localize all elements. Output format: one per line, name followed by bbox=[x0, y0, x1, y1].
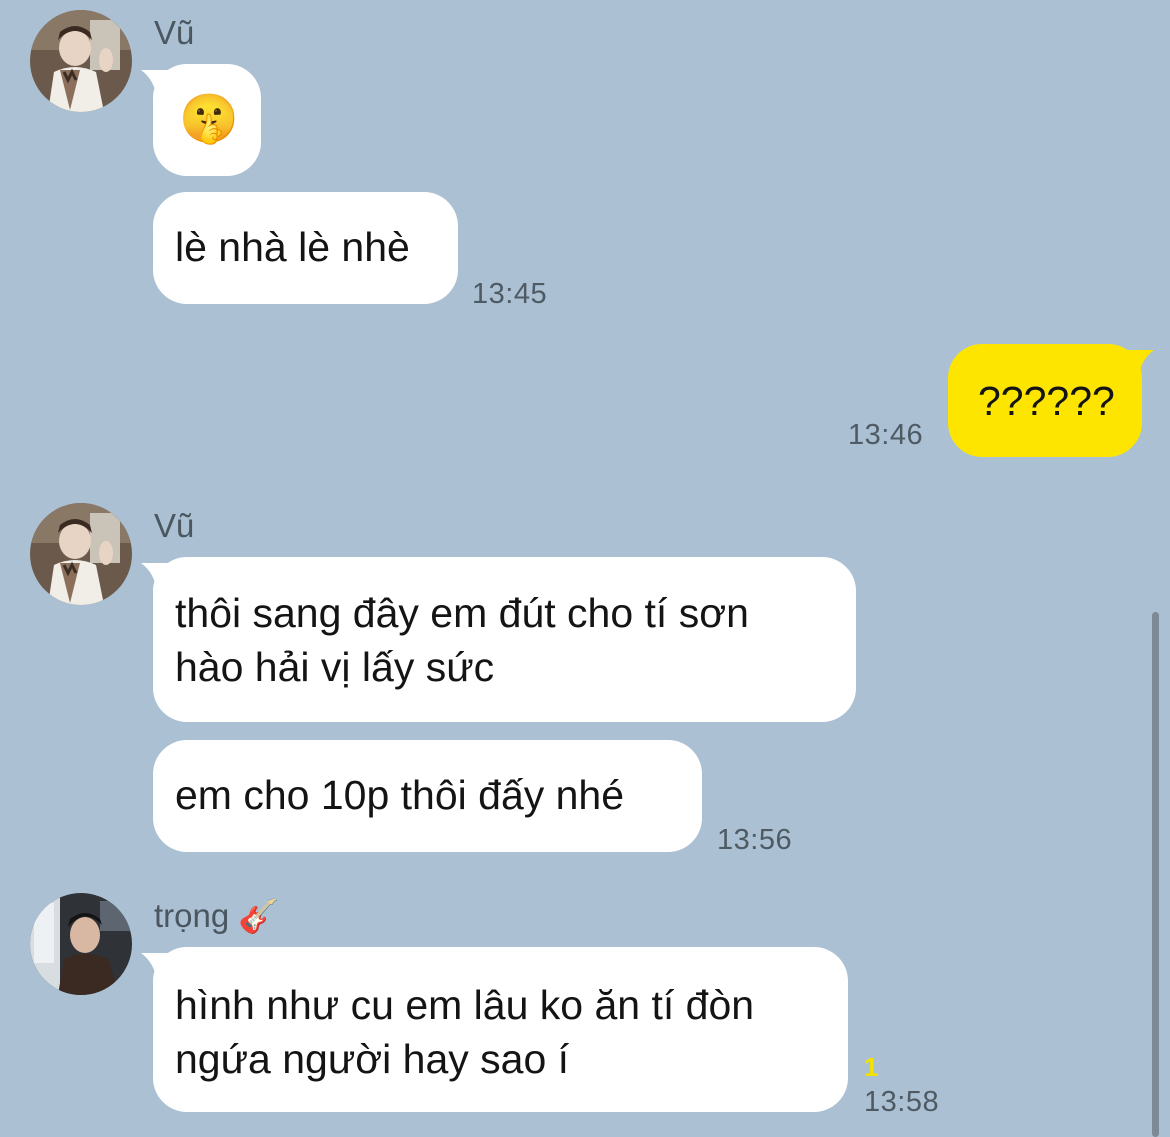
message-time: 13:46 bbox=[848, 419, 924, 451]
message-time: 13:58 bbox=[864, 1086, 940, 1118]
message-text: lè nhà lè nhè bbox=[175, 224, 410, 270]
message-text-line: ngứa người hay sao í bbox=[175, 1036, 570, 1082]
message-time: 13:45 bbox=[472, 278, 548, 310]
message-text-line: thôi sang đây em đút cho tí sơn bbox=[175, 590, 749, 636]
sender-name: Vũ bbox=[154, 507, 195, 544]
message-bubble[interactable]: em cho 10p thôi đấy nhé bbox=[153, 740, 702, 852]
scrollbar[interactable] bbox=[1152, 612, 1159, 1137]
avatar-trong[interactable] bbox=[30, 893, 132, 995]
bubble-tail bbox=[141, 953, 171, 983]
message-bubble[interactable]: thôi sang đây em đút cho tí sơn hào hải … bbox=[141, 557, 856, 722]
avatar-vu[interactable] bbox=[30, 10, 132, 112]
chat-room[interactable]: Vũ 🤫 lè nhà lè nhè 13:45 13:46 ?????? Vũ… bbox=[0, 0, 1170, 1137]
sender-name: trọng 🎸 bbox=[154, 897, 280, 934]
message-bubble[interactable]: lè nhà lè nhè bbox=[153, 192, 458, 304]
message-text: em cho 10p thôi đấy nhé bbox=[175, 772, 625, 818]
message-time: 13:56 bbox=[717, 824, 793, 856]
avatar-vu[interactable] bbox=[30, 503, 132, 605]
unread-count-badge: 1 bbox=[864, 1052, 879, 1082]
message-text-line: hào hải vị lấy sức bbox=[175, 644, 495, 690]
bubble-tail bbox=[141, 70, 171, 100]
sender-name: Vũ bbox=[154, 14, 195, 51]
message-bubble[interactable]: hình như cu em lâu ko ăn tí đòn ngứa ngư… bbox=[141, 947, 848, 1112]
bubble-tail bbox=[1124, 350, 1154, 380]
my-message-bubble[interactable]: ?????? bbox=[948, 344, 1154, 457]
message-text: ?????? bbox=[978, 378, 1115, 424]
emoji-text: 🤫 bbox=[179, 93, 239, 146]
bubble-tail bbox=[141, 563, 171, 593]
message-bubble-emoji[interactable]: 🤫 bbox=[141, 64, 261, 176]
message-text-line: hình như cu em lâu ko ăn tí đòn bbox=[175, 982, 755, 1028]
